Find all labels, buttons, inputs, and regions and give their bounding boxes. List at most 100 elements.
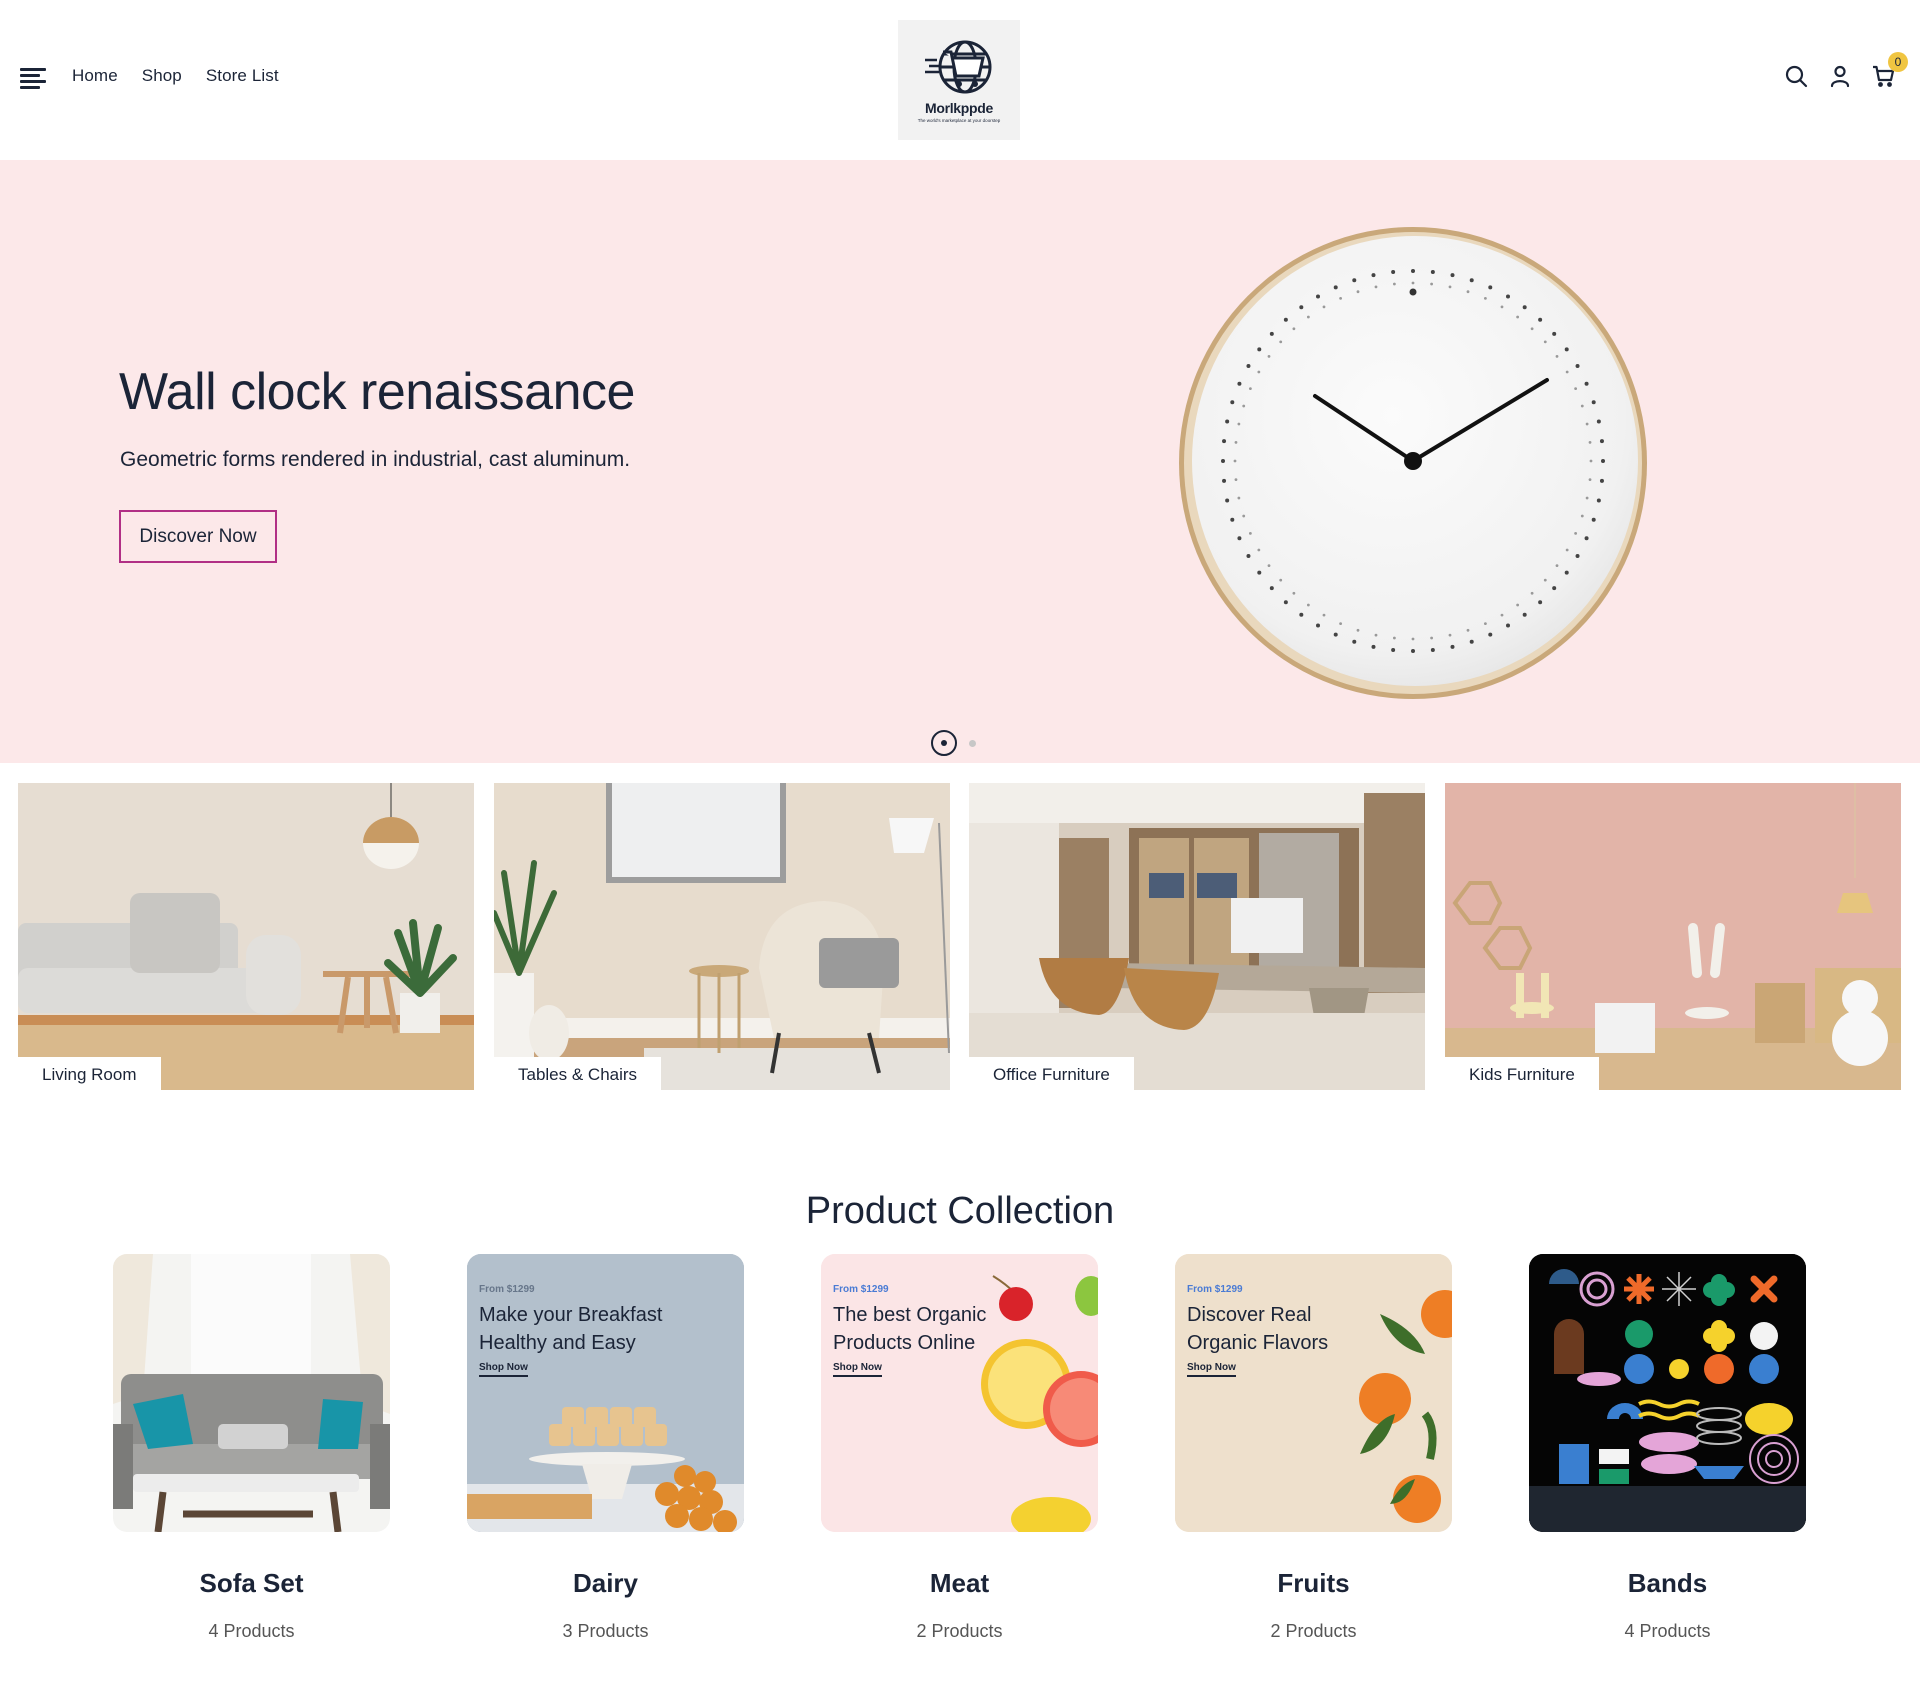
clock-tick <box>1233 459 1237 463</box>
clock-tick <box>1292 591 1296 595</box>
clock-tick <box>1248 531 1252 535</box>
clock-tick <box>1237 496 1241 500</box>
bands-image <box>1529 1254 1806 1532</box>
clock-tick <box>1584 536 1589 541</box>
shop-now-link[interactable]: Shop Now <box>833 1362 882 1377</box>
clock-tick <box>1237 422 1241 426</box>
nav-store-list[interactable]: Store List <box>206 66 279 86</box>
collection-image-link[interactable]: From $1299 The best Organic Products Onl… <box>821 1254 1098 1532</box>
clock-tick <box>1585 422 1589 426</box>
clock-tick <box>1257 370 1261 374</box>
header-actions: 0 <box>1784 52 1908 88</box>
clock-tick <box>1356 290 1360 294</box>
promo-price: From $1299 <box>833 1284 889 1295</box>
clock-tick <box>1575 554 1580 558</box>
clock-tick <box>1279 340 1283 344</box>
clock-tick <box>1552 586 1557 591</box>
collection-name[interactable]: Fruits <box>1175 1568 1452 1599</box>
clock-tick <box>1516 315 1520 319</box>
promo-title: Make your Breakfast Healthy and Easy <box>479 1301 662 1357</box>
nav-home[interactable]: Home <box>72 66 118 86</box>
logo-name: Morlkppde <box>924 99 994 116</box>
clock-tick <box>1234 478 1238 482</box>
cart-count-badge: 0 <box>1888 52 1908 72</box>
globe-cart-icon <box>925 40 992 93</box>
promo-title: Discover Real Organic Flavors <box>1187 1301 1328 1357</box>
category-tile-kids-furniture[interactable]: Kids Furniture <box>1445 783 1901 1090</box>
shop-now-link[interactable]: Shop Now <box>1187 1362 1236 1377</box>
clock-tick <box>1530 327 1534 331</box>
collection-name[interactable]: Sofa Set <box>113 1568 390 1599</box>
collection-image-link[interactable] <box>113 1254 390 1532</box>
discover-now-button[interactable]: Discover Now <box>119 510 277 563</box>
sofa-set-image <box>113 1254 390 1532</box>
clock-tick <box>1316 623 1320 628</box>
clock-tick <box>1591 400 1596 405</box>
clock-tick <box>1530 591 1534 595</box>
collection-name[interactable]: Dairy <box>467 1568 744 1599</box>
category-tile-office-furniture[interactable]: Office Furniture <box>969 783 1425 1090</box>
nav-shop[interactable]: Shop <box>142 66 182 86</box>
clock-tick <box>1267 354 1271 358</box>
cart-icon[interactable]: 0 <box>1872 52 1908 88</box>
clock-tick <box>1500 613 1504 617</box>
promo-line-1: Make your Breakfast <box>479 1304 663 1326</box>
clock-tick <box>1538 317 1543 322</box>
collection-name[interactable]: Meat <box>821 1568 1098 1599</box>
clock-tick <box>1574 531 1578 535</box>
main-nav: Home Shop Store List <box>72 66 279 86</box>
collection-name[interactable]: Bands <box>1529 1568 1806 1599</box>
clock-tick <box>1552 331 1557 336</box>
clock-tick <box>1283 600 1288 605</box>
hamburger-menu-icon[interactable] <box>20 68 46 89</box>
clock-tick <box>1411 649 1415 653</box>
collection-image-link[interactable]: From $1299 Make your Breakfast Healthy a… <box>467 1254 744 1532</box>
category-tile-tables-chairs[interactable]: Tables & Chairs <box>494 783 950 1090</box>
slide-dot-1[interactable] <box>931 730 957 756</box>
category-tile-living-room[interactable]: Living Room <box>18 783 474 1090</box>
clock-tick <box>1450 273 1455 278</box>
clock-tick <box>1299 612 1304 617</box>
hero-slider: Wall clock renaissance Geometric forms r… <box>0 160 1920 763</box>
clock-tick <box>1588 440 1592 444</box>
clock-tick <box>1500 305 1504 309</box>
clock-tick <box>1430 270 1435 275</box>
clock-tick <box>1269 586 1274 591</box>
collection-count: 2 Products <box>916 1621 1003 1641</box>
clock-tick <box>1466 290 1470 294</box>
clock-tick <box>1391 270 1396 275</box>
promo-price: From $1299 <box>479 1284 535 1295</box>
clock-tick <box>1234 440 1238 444</box>
clock-tick <box>1564 570 1569 575</box>
clock-tick <box>1488 285 1493 290</box>
clock-tick <box>1374 633 1378 637</box>
collection-image-link[interactable] <box>1529 1254 1806 1532</box>
slide-dot-2[interactable] <box>969 739 976 747</box>
clock-tick <box>1339 622 1343 626</box>
clock-tick <box>1316 294 1320 299</box>
clock-tick <box>1267 564 1271 568</box>
clock-tick <box>1306 603 1310 607</box>
user-icon[interactable] <box>1828 64 1852 88</box>
site-logo[interactable]: Morlkppde The world's marketplace at you… <box>898 20 1020 140</box>
clock-tick <box>1585 496 1589 500</box>
collection-image-link[interactable]: From $1299 Discover Real Organic Flavors… <box>1175 1254 1452 1532</box>
shop-now-link[interactable]: Shop Now <box>479 1362 528 1377</box>
clock-tick <box>1522 612 1527 617</box>
clock-tick <box>1237 381 1242 386</box>
clock-tick <box>1411 269 1415 273</box>
hero-title: Wall clock renaissance <box>119 363 635 421</box>
clock-tick <box>1371 644 1376 649</box>
promo-line-1: Discover Real <box>1187 1304 1312 1326</box>
promo-title: The best Organic Products Online <box>833 1301 986 1357</box>
promo-overlay: From $1299 Make your Breakfast Healthy a… <box>479 1284 662 1377</box>
hero-subtitle: Geometric forms rendered in industrial, … <box>120 448 631 471</box>
search-icon[interactable] <box>1784 64 1808 88</box>
promo-line-2: Organic Flavors <box>1187 1332 1329 1354</box>
collection-card-meat: From $1299 The best Organic Products Onl… <box>821 1254 1098 1642</box>
site-header: Home Shop Store List Morlkppde The world… <box>0 0 1920 160</box>
clock-tick <box>1225 498 1230 503</box>
clock-tick <box>1292 327 1296 331</box>
clock-tick <box>1283 317 1288 322</box>
tables-chairs-image <box>494 783 950 1090</box>
